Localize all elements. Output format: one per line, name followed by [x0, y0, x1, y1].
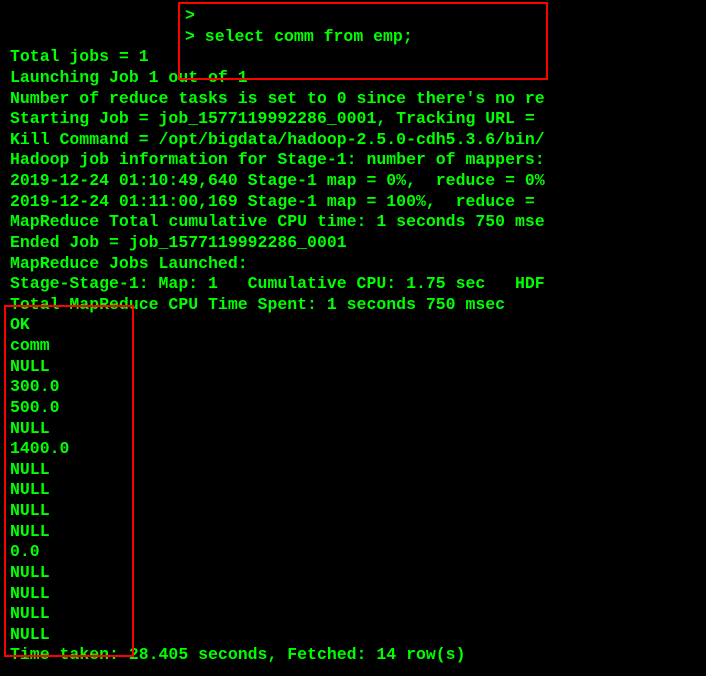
terminal-output: Total jobs = 1 [10, 47, 696, 68]
terminal-result-row: NULL [10, 357, 696, 378]
terminal-result-row: 500.0 [10, 398, 696, 419]
terminal-output: MapReduce Jobs Launched: [10, 254, 696, 275]
terminal-output: Ended Job = job_1577119992286_0001 [10, 233, 696, 254]
terminal-output: Kill Command = /opt/bigdata/hadoop-2.5.0… [10, 130, 696, 151]
terminal-output: Number of reduce tasks is set to 0 since… [10, 89, 696, 110]
terminal-output: 2019-12-24 01:11:00,169 Stage-1 map = 10… [10, 192, 696, 213]
terminal-result-row: 1400.0 [10, 439, 696, 460]
terminal-output: Starting Job = job_1577119992286_0001, T… [10, 109, 696, 130]
terminal-column-header: comm [10, 336, 696, 357]
terminal-result-row: NULL [10, 584, 696, 605]
terminal-result-row: NULL [10, 419, 696, 440]
terminal-output: Stage-Stage-1: Map: 1 Cumulative CPU: 1.… [10, 274, 696, 295]
terminal-output: OK [10, 315, 696, 336]
terminal-output: Total MapReduce CPU Time Spent: 1 second… [10, 295, 696, 316]
terminal-summary: Time taken: 28.405 seconds, Fetched: 14 … [10, 645, 696, 666]
terminal-result-row: NULL [10, 480, 696, 501]
terminal-result-row: NULL [10, 625, 696, 646]
terminal-output: Hadoop job information for Stage-1: numb… [10, 150, 696, 171]
terminal-result-row: NULL [10, 522, 696, 543]
terminal-result-row: NULL [10, 460, 696, 481]
terminal-result-row: 0.0 [10, 542, 696, 563]
terminal-command: > select comm from emp; [10, 27, 696, 48]
terminal-result-row: NULL [10, 604, 696, 625]
terminal-result-row: 300.0 [10, 377, 696, 398]
terminal-output: Launching Job 1 out of 1 [10, 68, 696, 89]
terminal-output: MapReduce Total cumulative CPU time: 1 s… [10, 212, 696, 233]
terminal-output: 2019-12-24 01:10:49,640 Stage-1 map = 0%… [10, 171, 696, 192]
terminal-result-row: NULL [10, 501, 696, 522]
terminal-result-row: NULL [10, 563, 696, 584]
terminal-prompt: > [10, 6, 696, 27]
